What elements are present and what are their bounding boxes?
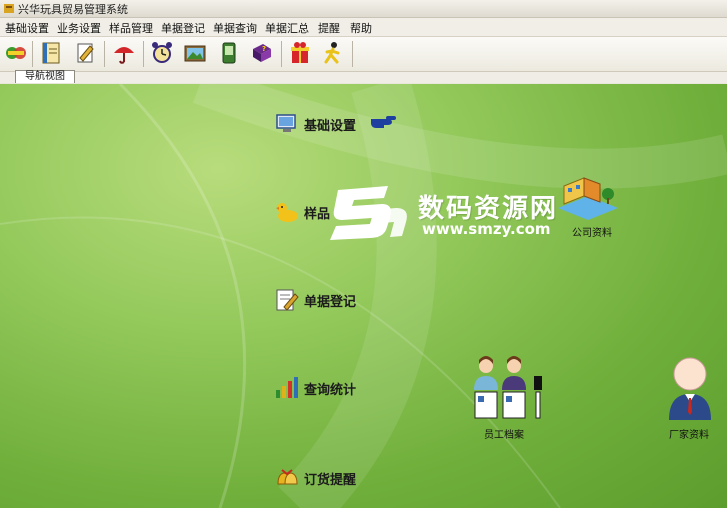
gift-icon[interactable] <box>287 40 313 66</box>
module-manufacturer-info[interactable]: 厂家资料 <box>660 354 720 441</box>
menu-help[interactable]: 帮助 <box>350 20 372 36</box>
toolbar-separator <box>281 41 282 67</box>
nav-samples-label: 样品 <box>304 207 331 222</box>
document-edit-icon[interactable] <box>72 40 98 66</box>
menu-document-query[interactable]: 单据查询 <box>213 20 257 36</box>
window-title: 兴华玩具贸易管理系统 <box>18 3 128 16</box>
module-employee-files[interactable]: 员工档案 <box>470 354 542 441</box>
umbrella-icon[interactable] <box>111 40 137 66</box>
tab-strip <box>0 72 727 83</box>
nav-order-reminder[interactable]: 订货提醒 <box>274 466 374 490</box>
nav-document-entry-label: 单据登记 <box>304 295 357 310</box>
menu-basic-settings[interactable]: 基础设置 <box>5 20 49 36</box>
nav-samples[interactable]: 样品 <box>274 200 344 224</box>
notebook-icon[interactable] <box>38 40 64 66</box>
nav-query-stats[interactable]: 查询统计 <box>274 376 374 400</box>
svg-text:?: ? <box>262 45 266 53</box>
menu-sample-management[interactable]: 样品管理 <box>109 20 153 36</box>
tab-nav-view[interactable]: 导航视图 <box>15 70 75 83</box>
company-building-icon <box>558 177 618 220</box>
menu-document-summary[interactable]: 单据汇总 <box>265 20 309 36</box>
exit-runner-icon[interactable] <box>320 40 346 66</box>
title-bar: 兴华玩具贸易管理系统 <box>0 0 727 18</box>
help-book-icon[interactable]: ? <box>249 40 275 66</box>
nav-basic-settings-label: 基础设置 <box>304 119 357 134</box>
nav-order-reminder-label: 订货提醒 <box>304 473 357 488</box>
manufacturer-person-icon <box>669 357 711 420</box>
menu-reminder[interactable]: 提醒 <box>318 20 340 36</box>
bar-chart-icon <box>276 377 298 398</box>
menu-bar: 基础设置 业务设置 样品管理 单据登记 单据查询 单据汇总 提醒 帮助 <box>0 18 727 37</box>
picture-icon[interactable] <box>182 40 208 66</box>
bells-icon <box>277 469 298 485</box>
toolbar-separator <box>143 41 144 67</box>
navigation-canvas: 基础设置 样品 单据登记 查询统计 订货提醒 公司资料 员工档案 厂家资料 数码… <box>0 84 727 508</box>
module-company-info-label: 公司资料 <box>572 228 612 239</box>
app-icon <box>4 4 14 13</box>
toolbar-separator <box>104 41 105 67</box>
nav-query-stats-label: 查询统计 <box>304 383 357 398</box>
alarm-clock-icon[interactable] <box>149 40 175 66</box>
toolbar-separator <box>352 41 353 67</box>
pointing-hand-icon <box>371 116 396 128</box>
menu-document-entry[interactable]: 单据登记 <box>161 20 205 36</box>
employees-icon <box>474 356 542 419</box>
duck-icon <box>276 203 298 222</box>
toolbar: ? <box>0 37 727 72</box>
toolbar-separator <box>32 41 33 67</box>
module-manufacturer-info-label: 厂家资料 <box>669 430 709 441</box>
module-company-info[interactable]: 公司资料 <box>552 168 622 239</box>
module-employee-files-label: 员工档案 <box>484 430 524 441</box>
menu-business-settings[interactable]: 业务设置 <box>57 20 101 36</box>
nav-document-entry[interactable]: 单据登记 <box>274 288 374 312</box>
computer-icon <box>276 114 296 132</box>
swap-icon[interactable] <box>3 40 29 66</box>
edit-form-icon <box>276 289 299 311</box>
handheld-icon[interactable] <box>216 40 242 66</box>
